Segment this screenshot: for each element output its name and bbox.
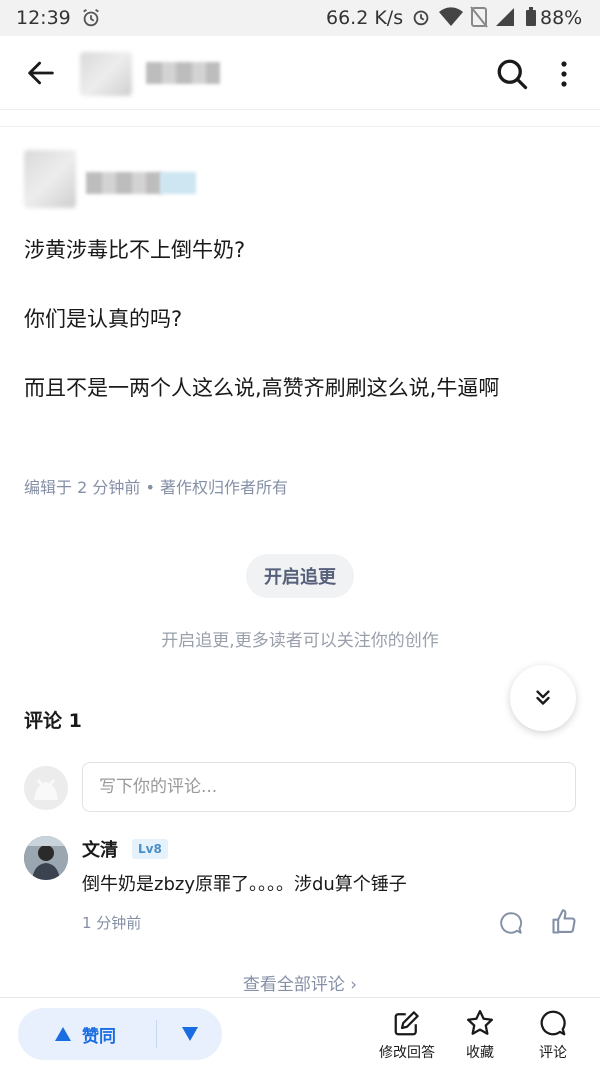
status-icons <box>410 6 516 28</box>
enable-follow-button[interactable]: 开启追更 <box>246 554 354 598</box>
edit-answer-button[interactable]: 修改回答 <box>372 1008 442 1062</box>
star-icon <box>467 1010 493 1035</box>
network-speed: 66.2 K/s <box>326 7 404 29</box>
answer-paragraph: 涉黄涉毒比不上倒牛奶? <box>24 238 246 262</box>
comment-text: 倒牛奶是zbzy原罪了。。。。涉du算个锤子 <box>82 874 407 895</box>
upvote-button[interactable]: 赞同 <box>18 1022 156 1047</box>
battery-level: 88% <box>525 7 582 29</box>
author-badge-blurred <box>160 172 196 194</box>
comment-button[interactable]: 评论 <box>518 1008 588 1062</box>
edit-answer-label: 修改回答 <box>379 1045 435 1061</box>
answer-paragraph: 而且不是一两个人这么说,高赞齐刷刷这么说,牛逼啊 <box>24 376 500 400</box>
comment-icon <box>540 1010 566 1036</box>
commenter-avatar[interactable] <box>24 836 68 880</box>
answer-content: 涉黄涉毒比不上倒牛奶? 你们是认真的吗? 而且不是一两个人这么说,高赞齐刷刷这么… <box>24 232 576 406</box>
level-badge: Lv8 <box>132 839 168 859</box>
downvote-button[interactable] <box>157 1026 222 1042</box>
scroll-down-button[interactable] <box>510 665 576 731</box>
blurred-username[interactable] <box>146 62 220 84</box>
bottom-action-bar: 赞同 修改回答 收藏 评论 <box>0 997 600 1067</box>
reply-icon[interactable] <box>498 910 524 936</box>
triangle-down-icon <box>181 1027 198 1041</box>
signal-icon <box>496 8 514 26</box>
comments-title: 评论 1 <box>24 710 82 732</box>
commenter-name[interactable]: 文清 <box>82 836 118 862</box>
wifi-icon <box>439 7 463 26</box>
divider <box>0 126 600 127</box>
edit-icon <box>394 1011 419 1036</box>
upvote-label: 赞同 <box>82 1026 116 1047</box>
status-time: 12:39 <box>16 7 71 29</box>
no-sim-icon <box>470 6 488 28</box>
status-bar: 12:39 66.2 K/s 88% <box>0 0 600 36</box>
favorite-button[interactable]: 收藏 <box>445 1008 515 1062</box>
triangle-up-icon <box>55 1027 71 1041</box>
alarm-icon <box>80 7 102 34</box>
answer-paragraph: 你们是认真的吗? <box>24 307 183 331</box>
answer-meta: 编辑于 2 分钟前 • 著作权归作者所有 <box>24 478 288 497</box>
comment-input[interactable] <box>82 762 576 812</box>
author-avatar-blurred[interactable] <box>24 150 76 208</box>
author-name-blurred[interactable] <box>86 172 162 194</box>
blurred-avatar[interactable] <box>80 52 132 96</box>
like-icon[interactable] <box>550 908 578 936</box>
follow-hint: 开启追更,更多读者可以关注你的创作 <box>161 631 439 651</box>
search-icon[interactable] <box>494 56 530 92</box>
alarm-icon <box>413 10 429 26</box>
back-icon[interactable] <box>24 56 58 90</box>
comment-label: 评论 <box>539 1045 567 1061</box>
favorite-label: 收藏 <box>466 1045 494 1061</box>
double-chevron-down-icon <box>536 690 550 705</box>
vote-control: 赞同 <box>18 1008 222 1060</box>
more-options-icon[interactable] <box>552 56 576 92</box>
app-bar <box>0 36 600 110</box>
comment-time: 1 分钟前 <box>82 914 142 932</box>
view-all-comments-link[interactable]: 查看全部评论 › <box>0 970 600 995</box>
battery-text: 88% <box>540 7 583 29</box>
my-avatar <box>24 766 68 810</box>
